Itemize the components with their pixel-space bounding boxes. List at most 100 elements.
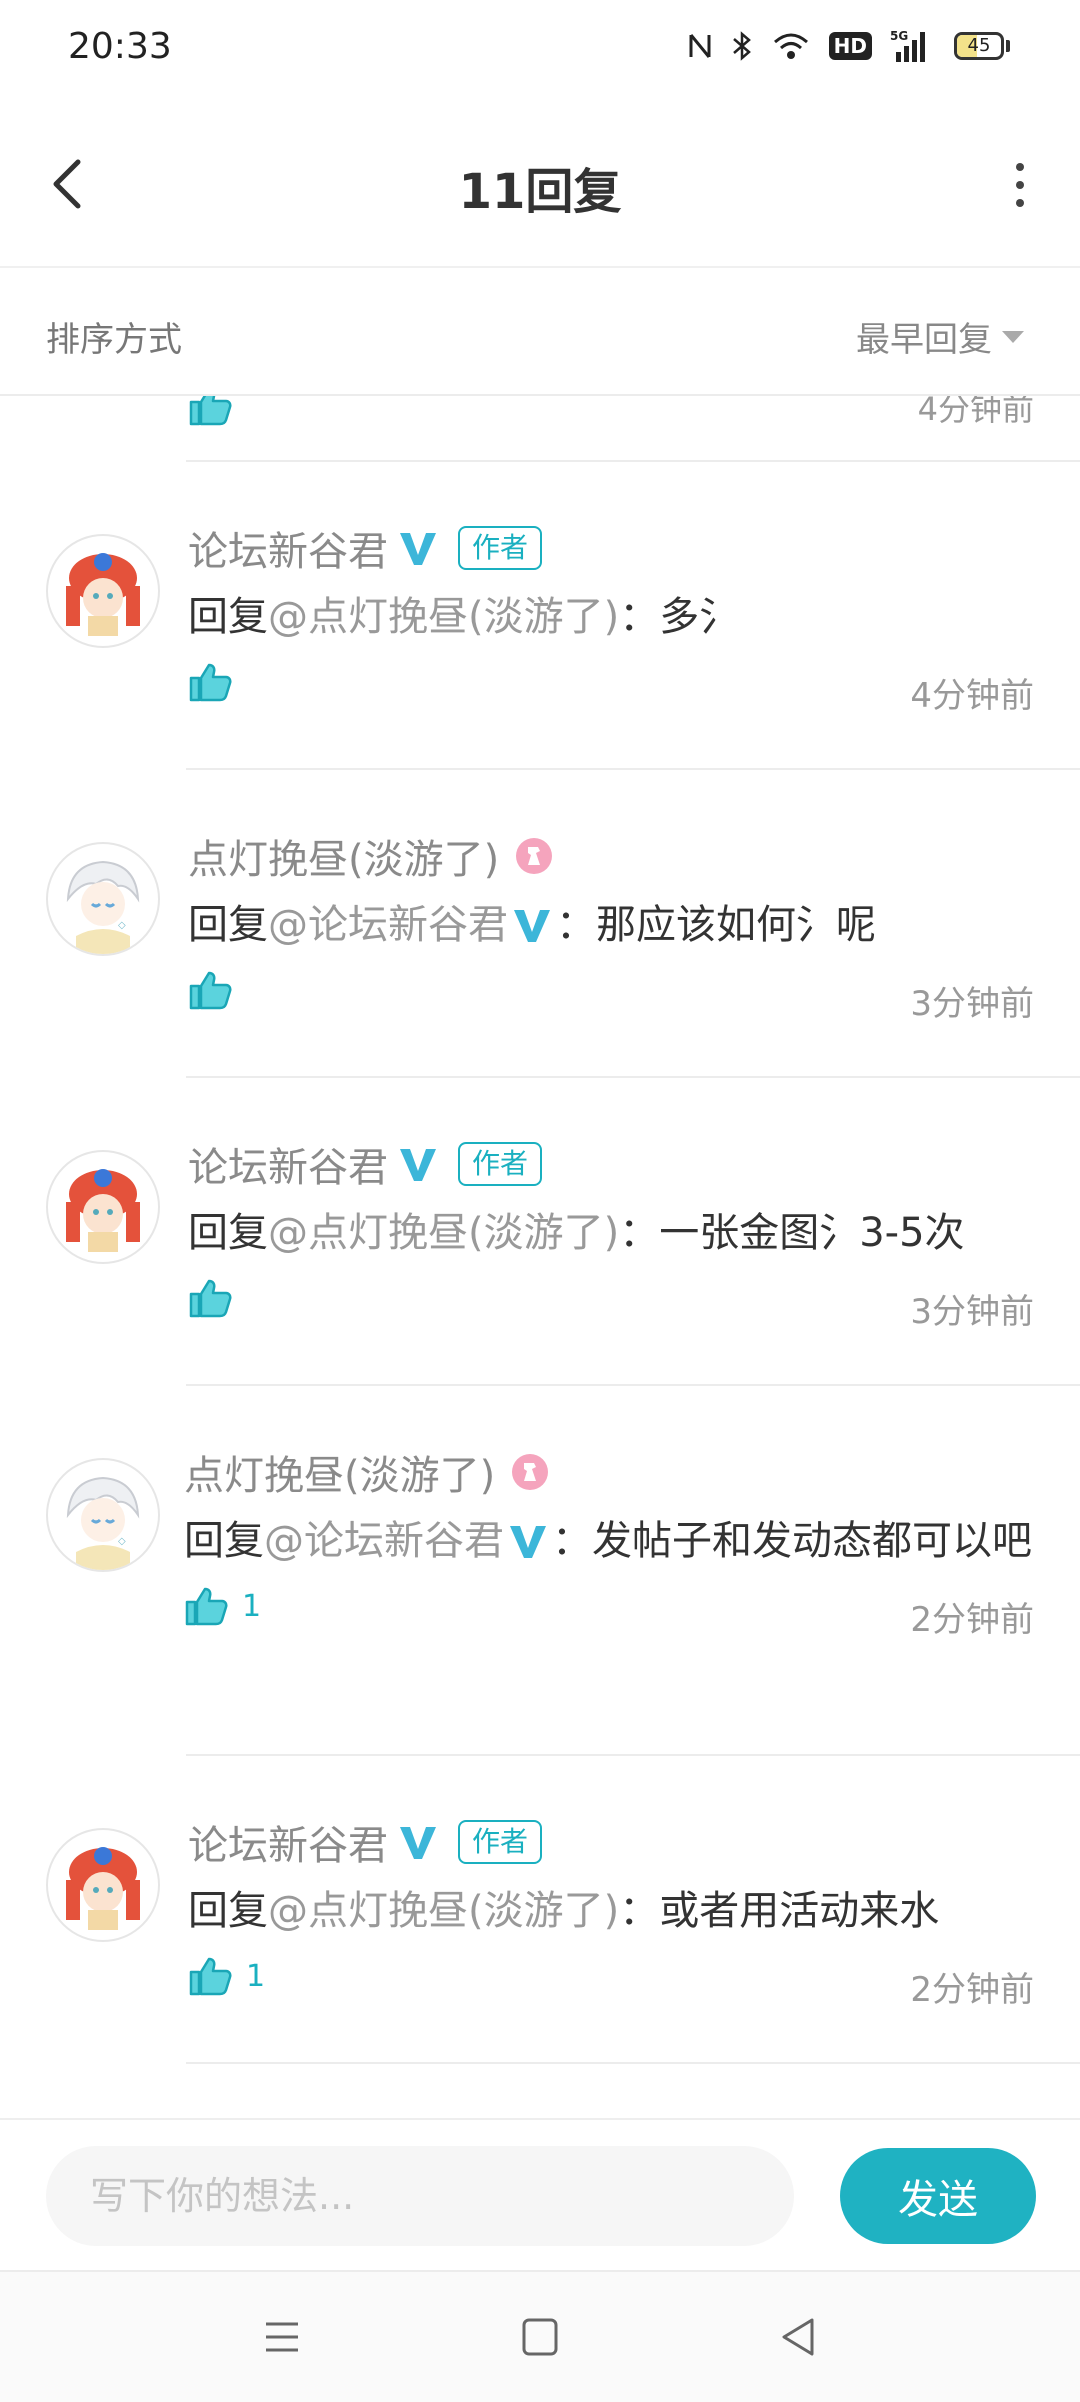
reply-content: ：发帖子和发动态都可以吧	[552, 1518, 1032, 1564]
sort-dropdown[interactable]: 最早回复	[856, 312, 1024, 361]
username[interactable]: 论坛新谷君	[188, 519, 388, 577]
reply-text: 回复@点灯挽昼(淡游了)：一张金图氵3-5次	[188, 1202, 1034, 1264]
like-count: 1	[246, 1958, 266, 1994]
like-button[interactable]	[188, 1278, 246, 1318]
page-title: 11回复	[458, 164, 622, 220]
reply-prefix: 回复	[188, 594, 268, 640]
reply-input[interactable]	[46, 2146, 794, 2246]
more-dot-icon	[1016, 163, 1024, 171]
verified-v-icon	[400, 533, 436, 565]
svg-text:◇: ◇	[118, 920, 126, 931]
battery-icon: 45	[954, 32, 1010, 60]
thumbs-up-icon	[189, 971, 232, 1010]
sort-value: 最早回复	[856, 320, 992, 360]
divider	[186, 2062, 1080, 2064]
list-item-partial: 4分钟前	[0, 396, 1080, 462]
username[interactable]: 点灯挽昼(淡游了)	[188, 827, 499, 885]
more-dot-icon	[1016, 199, 1024, 207]
thumbs-up-icon	[185, 1587, 228, 1626]
svg-text:◇: ◇	[118, 1536, 126, 1547]
username[interactable]: 点灯挽昼(淡游了)	[184, 1443, 495, 1501]
list-item[interactable]: ◇ 点灯挽昼(淡游了) 回复@论坛新谷君 ：那应该如何氵呢 3分钟前	[0, 770, 1080, 1078]
list-item[interactable]: ◇ 点灯挽昼(淡游了) 回复@论坛新谷君 ：发帖子和发动态都可以吧 1 2分钟前	[0, 1386, 1080, 1756]
thumbs-up-icon	[189, 1279, 232, 1318]
menu-lines-icon	[266, 2322, 298, 2352]
list-item[interactable]: 论坛新谷君 作者 回复@点灯挽昼(淡游了)：一张金图氵3-5次 3分钟前	[0, 1078, 1080, 1386]
like-button[interactable]: 1	[188, 1956, 265, 1996]
recent-apps-button[interactable]	[252, 2312, 312, 2362]
comment-body: 论坛新谷君 作者 回复@点灯挽昼(淡游了)：或者用活动来水 1 2分钟前	[188, 1816, 1034, 2014]
avatar[interactable]	[46, 534, 160, 648]
home-square-icon	[522, 2318, 558, 2356]
comment-body: 点灯挽昼(淡游了) 回复@论坛新谷君 ：那应该如何氵呢 3分钟前	[188, 830, 1034, 1028]
reply-time: 2分钟前	[910, 1970, 1034, 2010]
list-item[interactable]: 论坛新谷君 作者 回复@点灯挽昼(淡游了)：多氵 4分钟前	[0, 462, 1080, 770]
reply-text: 回复@点灯挽昼(淡游了)：多氵	[188, 586, 1034, 648]
reply-text: 回复@论坛新谷君 ：那应该如何氵呢	[188, 894, 1034, 956]
page-header: 11回复	[0, 100, 1080, 268]
reply-prefix: 回复	[188, 1210, 268, 1256]
author-tag: 作者	[458, 1142, 543, 1186]
comment-body: 论坛新谷君 作者 回复@点灯挽昼(淡游了)：一张金图氵3-5次 3分钟前	[188, 1138, 1034, 1336]
nfc-icon	[689, 34, 711, 58]
username[interactable]: 论坛新谷君	[188, 1135, 388, 1193]
comment-body: 论坛新谷君 作者 回复@点灯挽昼(淡游了)：多氵 4分钟前	[188, 522, 1034, 720]
reply-text: 回复@点灯挽昼(淡游了)：或者用活动来水	[188, 1880, 1034, 1942]
anime-boy-avatar-icon: ◇	[66, 1476, 140, 1570]
reply-time: 3分钟前	[910, 984, 1034, 1024]
send-button[interactable]: 发送	[840, 2148, 1036, 2244]
reply-time: 4分钟前	[910, 676, 1034, 716]
system-nav-bar	[0, 2270, 1080, 2402]
reply-content: ：多氵	[619, 594, 740, 640]
status-bar: 20:33 HD 5G 45	[0, 0, 1080, 100]
like-button[interactable]: 1	[184, 1586, 261, 1626]
avatar[interactable]: ◇	[46, 842, 160, 956]
dropdown-triangle-icon	[1002, 330, 1024, 343]
list-item[interactable]: 论坛新谷君 作者 回复@点灯挽昼(淡游了)：或者用活动来水 1 2分钟前	[0, 1756, 1080, 2064]
more-menu-button[interactable]	[1000, 150, 1040, 220]
reply-time: 3分钟前	[910, 1292, 1034, 1332]
verified-v-icon	[400, 1149, 436, 1181]
battery-text: 45	[967, 35, 991, 56]
mention-link[interactable]: @点灯挽昼(淡游了)	[268, 1888, 619, 1934]
thumbs-up-icon	[189, 1957, 232, 1996]
avatar[interactable]	[46, 1150, 160, 1264]
svg-text:5G: 5G	[890, 29, 908, 43]
home-button[interactable]	[510, 2312, 570, 2362]
mention-link[interactable]: @论坛新谷君	[264, 1518, 504, 1564]
reply-time: 2分钟前	[910, 1600, 1034, 1640]
avatar[interactable]: ◇	[46, 1458, 160, 1572]
sort-label: 排序方式	[46, 320, 182, 360]
sort-bar: 排序方式 最早回复	[0, 268, 1080, 396]
bluetooth-icon	[732, 31, 751, 61]
signal-icon: 5G	[890, 29, 925, 62]
reply-content: ：那应该如何氵呢	[556, 902, 876, 948]
like-button[interactable]	[188, 396, 232, 430]
back-nav-button[interactable]	[768, 2312, 828, 2362]
reply-content: ：或者用活动来水	[619, 1888, 940, 1934]
mention-link[interactable]: @点灯挽昼(淡游了)	[268, 1210, 619, 1256]
verified-v-icon	[510, 1526, 546, 1558]
status-time: 20:33	[68, 26, 172, 67]
author-tag: 作者	[458, 1820, 543, 1864]
reply-list[interactable]: 4分钟前 论坛新谷君 作者 回复@点灯挽昼(淡游了)：多氵 4分钟前 ◇ 点灯挽…	[0, 396, 1080, 2116]
reply-text: 回复@论坛新谷君 ：发帖子和发动态都可以吧	[184, 1510, 1034, 1572]
author-tag: 作者	[458, 526, 543, 570]
comment-body: 点灯挽昼(淡游了) 回复@论坛新谷君 ：发帖子和发动态都可以吧 1 2分钟前	[184, 1446, 1034, 1644]
composer-bar: 发送	[0, 2118, 1080, 2270]
mention-link[interactable]: @点灯挽昼(淡游了)	[268, 594, 619, 640]
reply-prefix: 回复	[188, 1888, 268, 1934]
like-count: 1	[242, 1588, 262, 1624]
level-badge-icon	[512, 1454, 549, 1490]
like-button[interactable]	[188, 662, 246, 702]
anime-boy-avatar-icon: ◇	[66, 860, 140, 954]
reply-time: 4分钟前	[917, 396, 1034, 428]
username[interactable]: 论坛新谷君	[188, 1813, 388, 1871]
mention-link[interactable]: @论坛新谷君	[268, 902, 508, 948]
reply-content: ：一张金图氵3-5次	[619, 1210, 965, 1256]
thumbs-up-icon	[189, 663, 232, 702]
hd-icon: HD	[828, 32, 872, 60]
avatar[interactable]	[46, 1828, 160, 1942]
reply-prefix: 回复	[188, 902, 268, 948]
like-button[interactable]	[188, 970, 246, 1010]
